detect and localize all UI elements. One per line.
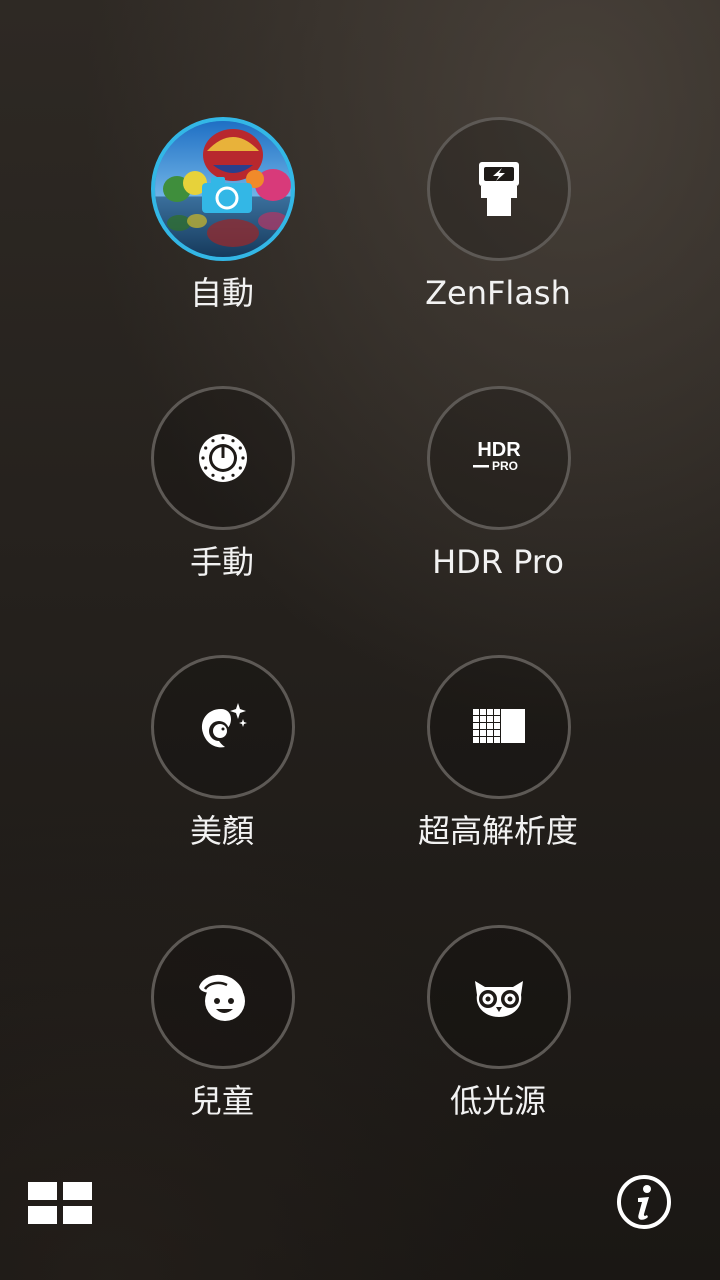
child-face-icon (195, 969, 251, 1025)
flash-icon (473, 160, 525, 218)
mode-children-button (151, 925, 295, 1069)
mode-auto-label: 自動 (189, 274, 254, 312)
mode-beauty[interactable]: 美顏 (92, 655, 352, 875)
auto-camera-icon (155, 121, 291, 257)
mode-hdr-pro[interactable]: HDR PRO HDR Pro (368, 386, 628, 606)
hdr-icon-sub-text: PRO (492, 459, 518, 473)
mode-beauty-button (151, 655, 295, 799)
info-button[interactable] (616, 1174, 672, 1230)
beauty-face-icon (195, 699, 251, 755)
mode-hdr-pro-button: HDR PRO (427, 386, 571, 530)
mode-low-light-button (427, 925, 571, 1069)
mode-super-resolution-button (427, 655, 571, 799)
mode-low-light-label: 低光源 (449, 1082, 546, 1120)
grid-icon (28, 1182, 92, 1224)
mode-manual[interactable]: 手動 (92, 386, 352, 606)
owl-icon (471, 975, 527, 1019)
mode-zenflash-label: ZenFlash (425, 274, 571, 312)
mode-auto-thumbnail (151, 117, 295, 261)
mode-low-light[interactable]: 低光源 (368, 925, 628, 1145)
mode-hdr-pro-label: HDR Pro (432, 543, 564, 581)
hdr-icon-main-text: HDR (477, 439, 521, 461)
mode-manual-button (151, 386, 295, 530)
hdr-pro-icon: HDR PRO (469, 438, 529, 478)
mode-manual-label: 手動 (189, 543, 254, 581)
grid-view-button[interactable] (28, 1182, 92, 1224)
info-icon (616, 1174, 672, 1230)
super-resolution-icon (473, 709, 525, 745)
mode-children-label: 兒童 (189, 1082, 254, 1120)
dial-icon (196, 431, 250, 485)
camera-mode-screen: 自動 ZenFlash 手動 HDR PRO HDR Pro 美顏 超高解析度 … (0, 0, 720, 1280)
mode-zenflash[interactable]: ZenFlash (368, 117, 628, 337)
mode-auto[interactable]: 自動 (92, 117, 352, 337)
mode-super-resolution[interactable]: 超高解析度 (368, 655, 628, 875)
mode-zenflash-button (427, 117, 571, 261)
mode-children[interactable]: 兒童 (92, 925, 352, 1145)
mode-super-resolution-label: 超高解析度 (417, 812, 578, 850)
mode-beauty-label: 美顏 (189, 812, 254, 850)
